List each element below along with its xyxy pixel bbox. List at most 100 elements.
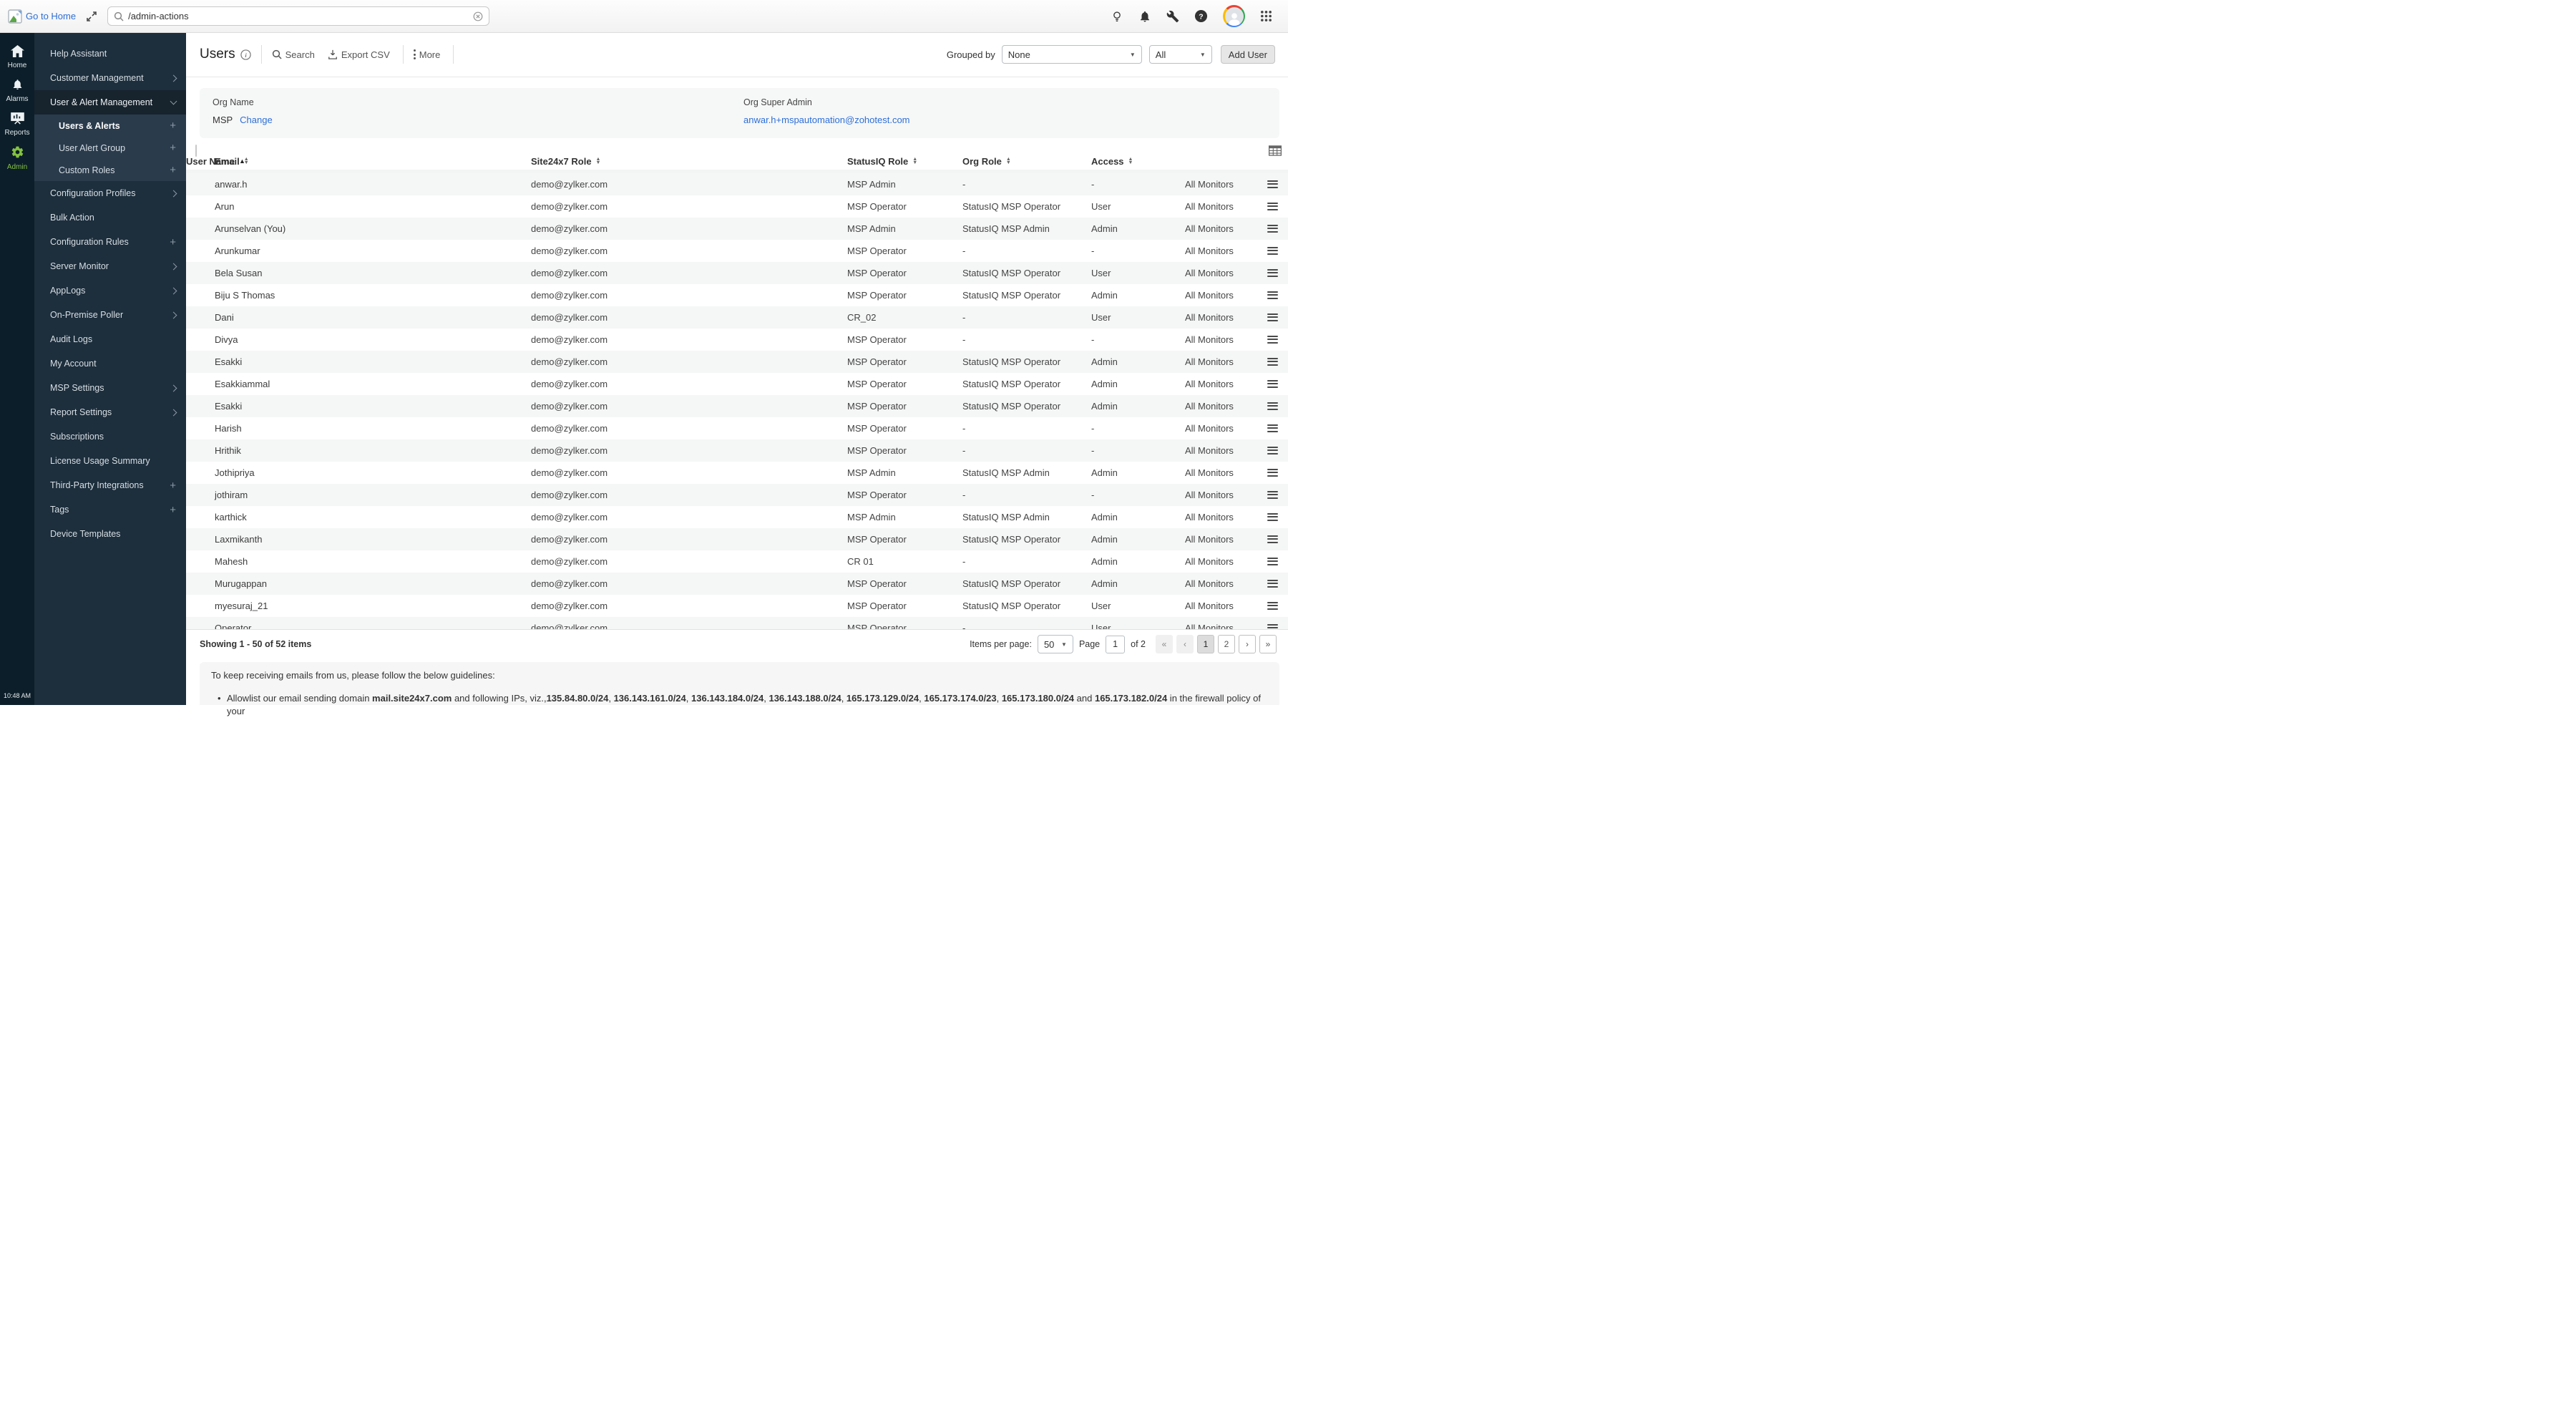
- table-row[interactable]: Dani demo@zylker.com CR_02 - User All Mo…: [186, 306, 1288, 329]
- row-actions-menu-icon[interactable]: [1267, 269, 1278, 277]
- rail-item-alarms[interactable]: Alarms: [0, 74, 34, 107]
- sidebar-menu-item[interactable]: Help Assistant +: [34, 42, 186, 66]
- pagination-button[interactable]: «: [1156, 635, 1173, 653]
- pagination-button[interactable]: 1: [1197, 635, 1214, 653]
- row-actions-menu-icon[interactable]: [1267, 247, 1278, 255]
- column-header[interactable]: StatusIQ Role ▲ ▲▼: [847, 156, 962, 167]
- table-row[interactable]: Hrithik demo@zylker.com MSP Operator - -…: [186, 439, 1288, 462]
- table-row[interactable]: Laxmikanth demo@zylker.com MSP Operator …: [186, 528, 1288, 550]
- row-actions-menu-icon[interactable]: [1267, 180, 1278, 188]
- table-row[interactable]: anwar.h demo@zylker.com MSP Admin - - Al…: [186, 173, 1288, 195]
- row-actions-menu-icon[interactable]: [1267, 535, 1278, 543]
- table-row[interactable]: karthick demo@zylker.com MSP Admin Statu…: [186, 506, 1288, 528]
- table-row[interactable]: Esakki demo@zylker.com MSP Operator Stat…: [186, 395, 1288, 417]
- table-row[interactable]: Murugappan demo@zylker.com MSP Operator …: [186, 573, 1288, 595]
- sidebar-menu-item[interactable]: Customer Management +: [34, 66, 186, 90]
- add-user-button[interactable]: Add User: [1221, 45, 1275, 64]
- apps-grid-icon[interactable]: [1260, 10, 1272, 22]
- row-actions-menu-icon[interactable]: [1267, 424, 1278, 432]
- sidebar-menu-item[interactable]: AppLogs +: [34, 278, 186, 303]
- table-row[interactable]: Operator demo@zylker.com MSP Operator - …: [186, 617, 1288, 630]
- sidebar-menu-item[interactable]: My Account +: [34, 351, 186, 376]
- sidebar-menu-item[interactable]: Report Settings +: [34, 400, 186, 424]
- table-row[interactable]: Arun demo@zylker.com MSP Operator Status…: [186, 195, 1288, 218]
- sidebar-menu-item[interactable]: Tags +: [34, 497, 186, 522]
- sidebar-menu-item[interactable]: Users & Alerts +: [34, 115, 186, 137]
- table-row[interactable]: Jothipriya demo@zylker.com MSP Admin Sta…: [186, 462, 1288, 484]
- column-header[interactable]: Access ▲ ▲▼: [1091, 156, 1185, 167]
- sidebar-menu-item[interactable]: User & Alert Management +: [34, 90, 186, 115]
- row-actions-menu-icon[interactable]: [1267, 491, 1278, 499]
- column-header[interactable]: User Name ▲ ▲▼: [186, 156, 215, 167]
- row-actions-menu-icon[interactable]: [1267, 358, 1278, 366]
- row-actions-menu-icon[interactable]: [1267, 558, 1278, 565]
- sidebar-menu-item[interactable]: Device Templates +: [34, 522, 186, 546]
- column-chooser-icon[interactable]: [1269, 145, 1282, 156]
- rail-item-reports[interactable]: Reports: [0, 107, 34, 141]
- sidebar-menu-item[interactable]: Custom Roles +: [34, 159, 186, 181]
- table-row[interactable]: Harish demo@zylker.com MSP Operator - - …: [186, 417, 1288, 439]
- search-input[interactable]: [128, 11, 473, 21]
- row-actions-menu-icon[interactable]: [1267, 624, 1278, 630]
- select-all-checkbox[interactable]: [195, 145, 197, 157]
- row-actions-menu-icon[interactable]: [1267, 447, 1278, 454]
- row-actions-menu-icon[interactable]: [1267, 225, 1278, 233]
- table-row[interactable]: Esakki demo@zylker.com MSP Operator Stat…: [186, 351, 1288, 373]
- pagination-button[interactable]: ›: [1239, 635, 1256, 653]
- row-actions-menu-icon[interactable]: [1267, 513, 1278, 521]
- table-row[interactable]: Esakkiammal demo@zylker.com MSP Operator…: [186, 373, 1288, 395]
- table-row[interactable]: Bela Susan demo@zylker.com MSP Operator …: [186, 262, 1288, 284]
- home-logo-link[interactable]: Go to Home: [0, 9, 83, 24]
- search-action-button[interactable]: Search: [272, 49, 315, 60]
- sidebar-menu-item[interactable]: MSP Settings +: [34, 376, 186, 400]
- row-actions-menu-icon[interactable]: [1267, 291, 1278, 299]
- sidebar-menu-item[interactable]: Configuration Rules +: [34, 230, 186, 254]
- table-row[interactable]: Mahesh demo@zylker.com CR 01 - Admin All…: [186, 550, 1288, 573]
- grouped-by-select[interactable]: None ▼: [1002, 45, 1142, 64]
- sidebar-menu-item[interactable]: Bulk Action +: [34, 205, 186, 230]
- items-per-page-select[interactable]: 50 ▼: [1038, 635, 1073, 653]
- change-org-link[interactable]: Change: [240, 115, 273, 125]
- avatar[interactable]: [1223, 5, 1245, 27]
- table-row[interactable]: Divya demo@zylker.com MSP Operator - - A…: [186, 329, 1288, 351]
- export-csv-button[interactable]: Export CSV: [328, 49, 390, 60]
- sidebar-menu-item[interactable]: Server Monitor +: [34, 254, 186, 278]
- column-header[interactable]: Email ▲ ▲▼: [215, 156, 531, 167]
- table-row[interactable]: Biju S Thomas demo@zylker.com MSP Operat…: [186, 284, 1288, 306]
- row-actions-menu-icon[interactable]: [1267, 336, 1278, 344]
- table-row[interactable]: Arunselvan (You) demo@zylker.com MSP Adm…: [186, 218, 1288, 240]
- row-actions-menu-icon[interactable]: [1267, 313, 1278, 321]
- clear-search-icon[interactable]: [473, 11, 483, 21]
- pagination-button[interactable]: 2: [1218, 635, 1235, 653]
- table-row[interactable]: Arunkumar demo@zylker.com MSP Operator -…: [186, 240, 1288, 262]
- wrench-icon[interactable]: [1166, 10, 1179, 23]
- pagination-button[interactable]: »: [1259, 635, 1277, 653]
- more-button[interactable]: More: [414, 49, 441, 60]
- column-header[interactable]: Org Role ▲ ▲▼: [962, 156, 1091, 167]
- scope-filter-select[interactable]: All ▼: [1149, 45, 1212, 64]
- page-number-input[interactable]: [1106, 636, 1125, 653]
- lightbulb-icon[interactable]: [1111, 10, 1123, 23]
- sidebar-menu-item[interactable]: User Alert Group +: [34, 137, 186, 159]
- table-row[interactable]: jothiram demo@zylker.com MSP Operator - …: [186, 484, 1288, 506]
- sidebar-menu-item[interactable]: Audit Logs +: [34, 327, 186, 351]
- rail-item-home[interactable]: Home: [0, 40, 34, 74]
- sidebar-menu-item[interactable]: Subscriptions +: [34, 424, 186, 449]
- org-super-admin-email-link[interactable]: anwar.h+mspautomation@zohotest.com: [743, 115, 910, 125]
- row-actions-menu-icon[interactable]: [1267, 402, 1278, 410]
- table-row[interactable]: myesuraj_21 demo@zylker.com MSP Operator…: [186, 595, 1288, 617]
- row-actions-menu-icon[interactable]: [1267, 380, 1278, 388]
- notifications-bell-icon[interactable]: [1138, 10, 1151, 23]
- rail-item-admin[interactable]: Admin: [0, 141, 34, 175]
- pagination-button[interactable]: ‹: [1176, 635, 1194, 653]
- info-icon[interactable]: i: [240, 49, 251, 60]
- help-icon[interactable]: ?: [1194, 9, 1208, 23]
- row-actions-menu-icon[interactable]: [1267, 602, 1278, 610]
- column-header[interactable]: Site24x7 Role ▲ ▲▼: [531, 156, 847, 167]
- row-actions-menu-icon[interactable]: [1267, 469, 1278, 477]
- sidebar-menu-item[interactable]: Third-Party Integrations +: [34, 473, 186, 497]
- expand-icon[interactable]: [86, 11, 97, 22]
- sidebar-menu-item[interactable]: On-Premise Poller +: [34, 303, 186, 327]
- row-actions-menu-icon[interactable]: [1267, 580, 1278, 588]
- sidebar-menu-item[interactable]: Configuration Profiles +: [34, 181, 186, 205]
